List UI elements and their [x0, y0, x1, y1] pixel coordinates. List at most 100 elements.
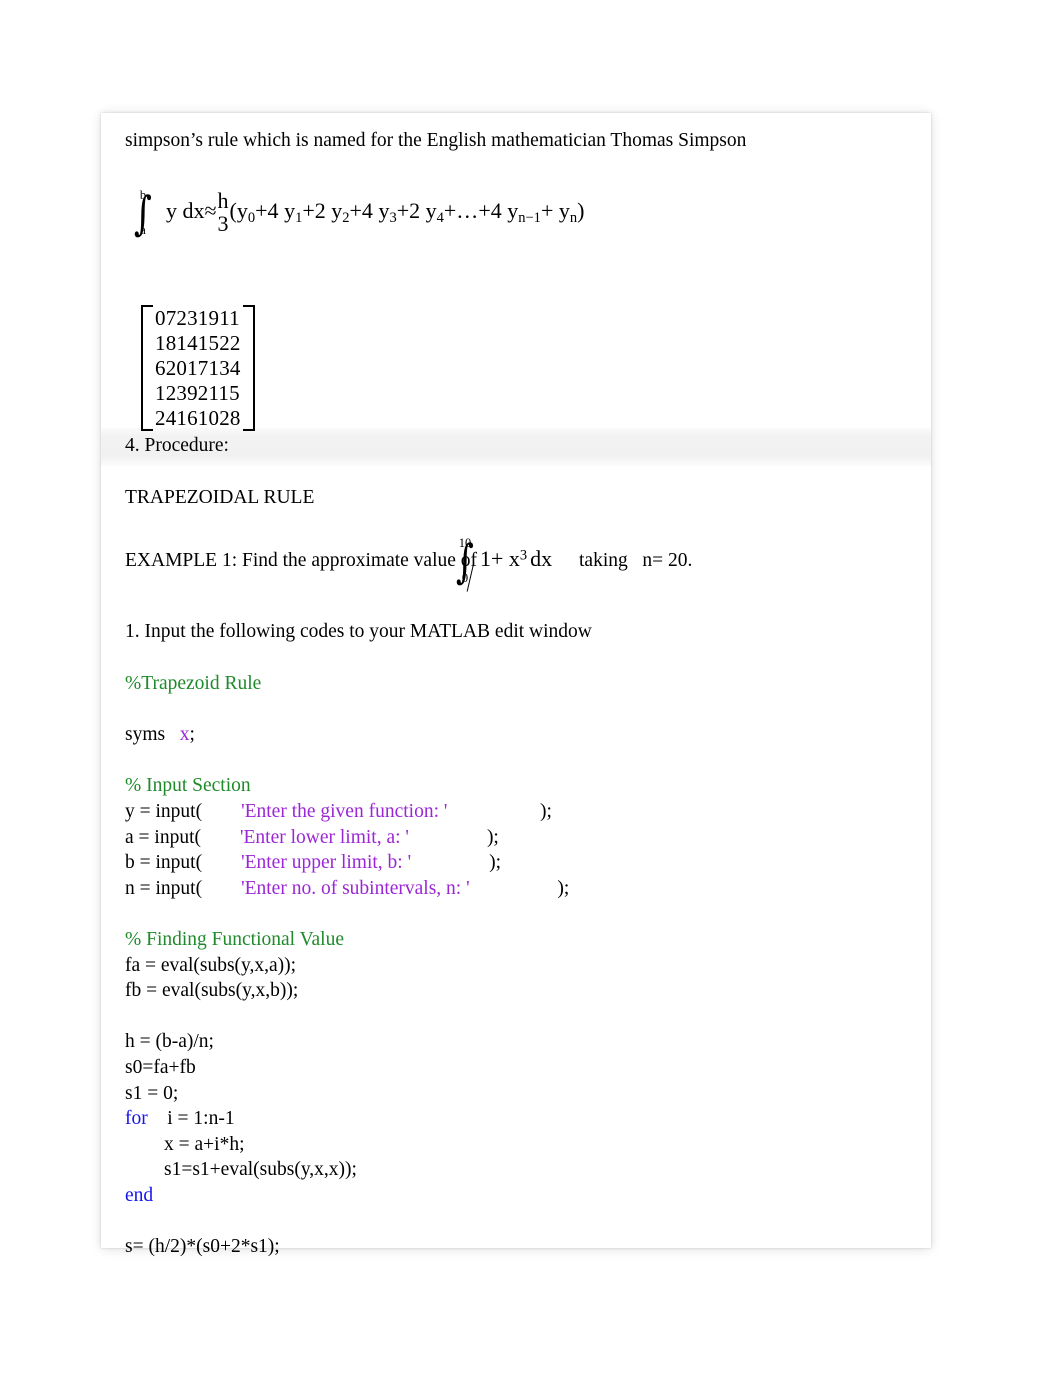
- code-segment-plain: );: [408, 826, 499, 848]
- approx-symbol: ≈: [204, 197, 217, 223]
- code-segment-plain: fb = eval(subs(y,x,b));: [125, 980, 299, 1002]
- matrix-row: 18141522: [155, 330, 241, 355]
- term-subscript: 2: [342, 209, 350, 226]
- code-segment-purple: 'Enter lower limit, a: ': [239, 826, 409, 848]
- code-segment-plain: syms: [125, 724, 180, 746]
- code-segment-green: % Input Section: [125, 775, 251, 797]
- formula-term: + yn: [540, 197, 577, 226]
- code-segment-plain: );: [447, 800, 552, 822]
- code-segment-plain: x = a+i*h;: [125, 1133, 245, 1155]
- code-line: syms x;: [125, 722, 905, 748]
- code-segment-plain: ;: [189, 724, 195, 746]
- code-line: y = input( 'Enter the given function: ' …: [125, 799, 905, 825]
- close-paren: ): [577, 197, 585, 223]
- code-segment-purple: 'Enter the given function: ': [241, 800, 448, 822]
- code-segment-plain: s= (h/2)*(s0+2*s1);: [125, 1236, 280, 1258]
- integral-sign-icon: ∫: [133, 185, 152, 240]
- simpson-tail-terms: +4 yn−1+ yn: [478, 197, 577, 226]
- document-page: simpson’s rule which is named for the En…: [101, 113, 931, 1257]
- rule-title: TRAPEZOIDAL RULE: [125, 487, 315, 508]
- example-integral-sign-group: 10 ∫ 0: [453, 537, 477, 585]
- ellipsis: +…: [443, 197, 479, 223]
- code-segment-plain: );: [411, 852, 502, 874]
- formula-term: +4 y3: [350, 197, 397, 226]
- code-segment-plain: n = input(: [125, 877, 242, 899]
- matrix-row: 62017134: [155, 355, 241, 380]
- matrix-rows: 07231911 18141522 62017134 12392115 24161028: [153, 305, 243, 431]
- code-segment-plain: h = (b-a)/n;: [125, 1031, 214, 1053]
- document-body: simpson’s rule which is named for the En…: [101, 113, 931, 1257]
- example-integral: 10 ∫ 0 1+ x3 dx: [453, 537, 553, 592]
- formula-term: +2 y4: [396, 197, 444, 226]
- code-segment-plain: y = input(: [125, 800, 242, 822]
- formula-term: +4 yn−1: [478, 197, 541, 226]
- code-line: % Input Section: [125, 773, 905, 799]
- term-coefficient: +2: [302, 197, 332, 223]
- term-subscript: 3: [389, 209, 397, 226]
- example-integrand-suffix: dx: [530, 545, 553, 571]
- example-integrand-exponent: 3: [519, 547, 528, 564]
- code-line: fb = eval(subs(y,x,b));: [125, 978, 905, 1004]
- code-line: % Finding Functional Value: [125, 927, 905, 953]
- simpson-integrand: y dx: [165, 197, 205, 223]
- code-segment-purple: 'Enter upper limit, b: ': [241, 852, 412, 874]
- matrix-right-bracket: [242, 305, 255, 431]
- term-base: y: [236, 197, 248, 223]
- formula-term: +4 y1: [255, 197, 302, 226]
- code-segment-plain: b = input(: [125, 852, 242, 874]
- simpson-rule-formula: b ∫ a y dx≈ h 3 (y0+4 y1+2 y2+4 y3+2 y4+…+4…: [131, 189, 584, 237]
- digit-matrix: 07231911 18141522 62017134 12392115 24161028: [141, 305, 255, 431]
- simpson-integral: b ∫ a: [131, 189, 155, 237]
- term-coefficient: +4: [478, 197, 508, 223]
- example-integrand-prefix: 1+ x: [479, 545, 520, 571]
- fraction-denominator: 3: [217, 210, 229, 236]
- matrix-left-bracket: [141, 305, 153, 431]
- code-line: a = input( 'Enter lower limit, a: ' );: [125, 825, 905, 851]
- code-segment-green: % Finding Functional Value: [125, 928, 345, 950]
- code-segment-blue: end: [125, 1184, 154, 1206]
- open-paren: (: [229, 197, 237, 223]
- formula-term: y0: [236, 197, 255, 226]
- term-base: y: [558, 197, 570, 223]
- term-base: y: [284, 197, 296, 223]
- section-heading: 4. Procedure:: [125, 435, 229, 456]
- code-line: end: [125, 1183, 905, 1209]
- example-trailing-text: taking n= 20.: [579, 550, 693, 571]
- code-segment-plain: fa = eval(subs(y,x,a));: [125, 954, 297, 976]
- code-line: n = input( 'Enter no. of subintervals, n…: [125, 876, 905, 902]
- code-segment-blue: for: [125, 1108, 148, 1130]
- intro-paragraph: simpson’s rule which is named for the En…: [125, 130, 747, 151]
- code-line: s1=s1+eval(subs(y,x,x));: [125, 1157, 905, 1183]
- code-segment-plain: s1=s1+eval(subs(y,x,x));: [125, 1159, 357, 1181]
- code-line: for i = 1:n-1: [125, 1106, 905, 1132]
- matrix-row: 07231911: [155, 306, 240, 330]
- term-subscript: 4: [436, 209, 444, 226]
- code-line: s1 = 0;: [125, 1081, 905, 1107]
- code-line: s= (h/2)*(s0+2*s1);: [125, 1234, 905, 1260]
- code-segment-purple: 'Enter no. of subintervals, n: ': [241, 877, 470, 899]
- term-base: y: [331, 197, 343, 223]
- term-subscript: n−1: [518, 209, 541, 226]
- code-line: s0=fa+fb: [125, 1055, 905, 1081]
- code-segment-plain: i = 1:n-1: [147, 1108, 235, 1130]
- code-line: %Trapezoid Rule: [125, 671, 905, 697]
- code-segment-plain: a = input(: [125, 826, 240, 848]
- h-over-3-fraction: h3: [217, 189, 229, 236]
- code-segment-plain: );: [469, 877, 570, 899]
- example-lead-text: EXAMPLE 1: Find the approximate value of: [125, 550, 478, 571]
- term-base: y: [425, 197, 437, 223]
- matlab-code-block: %Trapezoid Rule syms x; % Input Section y…: [125, 671, 905, 1260]
- code-segment-green: %Trapezoid Rule: [125, 673, 262, 694]
- term-coefficient: +: [540, 197, 559, 223]
- term-base: y: [378, 197, 390, 223]
- code-segment-plain: s1 = 0;: [125, 1082, 179, 1104]
- code-line: h = (b-a)/n;: [125, 1029, 905, 1055]
- term-coefficient: +2: [396, 197, 426, 223]
- instruction-line: 1. Input the following codes to your MAT…: [125, 621, 592, 642]
- term-coefficient: +4: [255, 197, 285, 223]
- code-line: x = a+i*h;: [125, 1132, 905, 1158]
